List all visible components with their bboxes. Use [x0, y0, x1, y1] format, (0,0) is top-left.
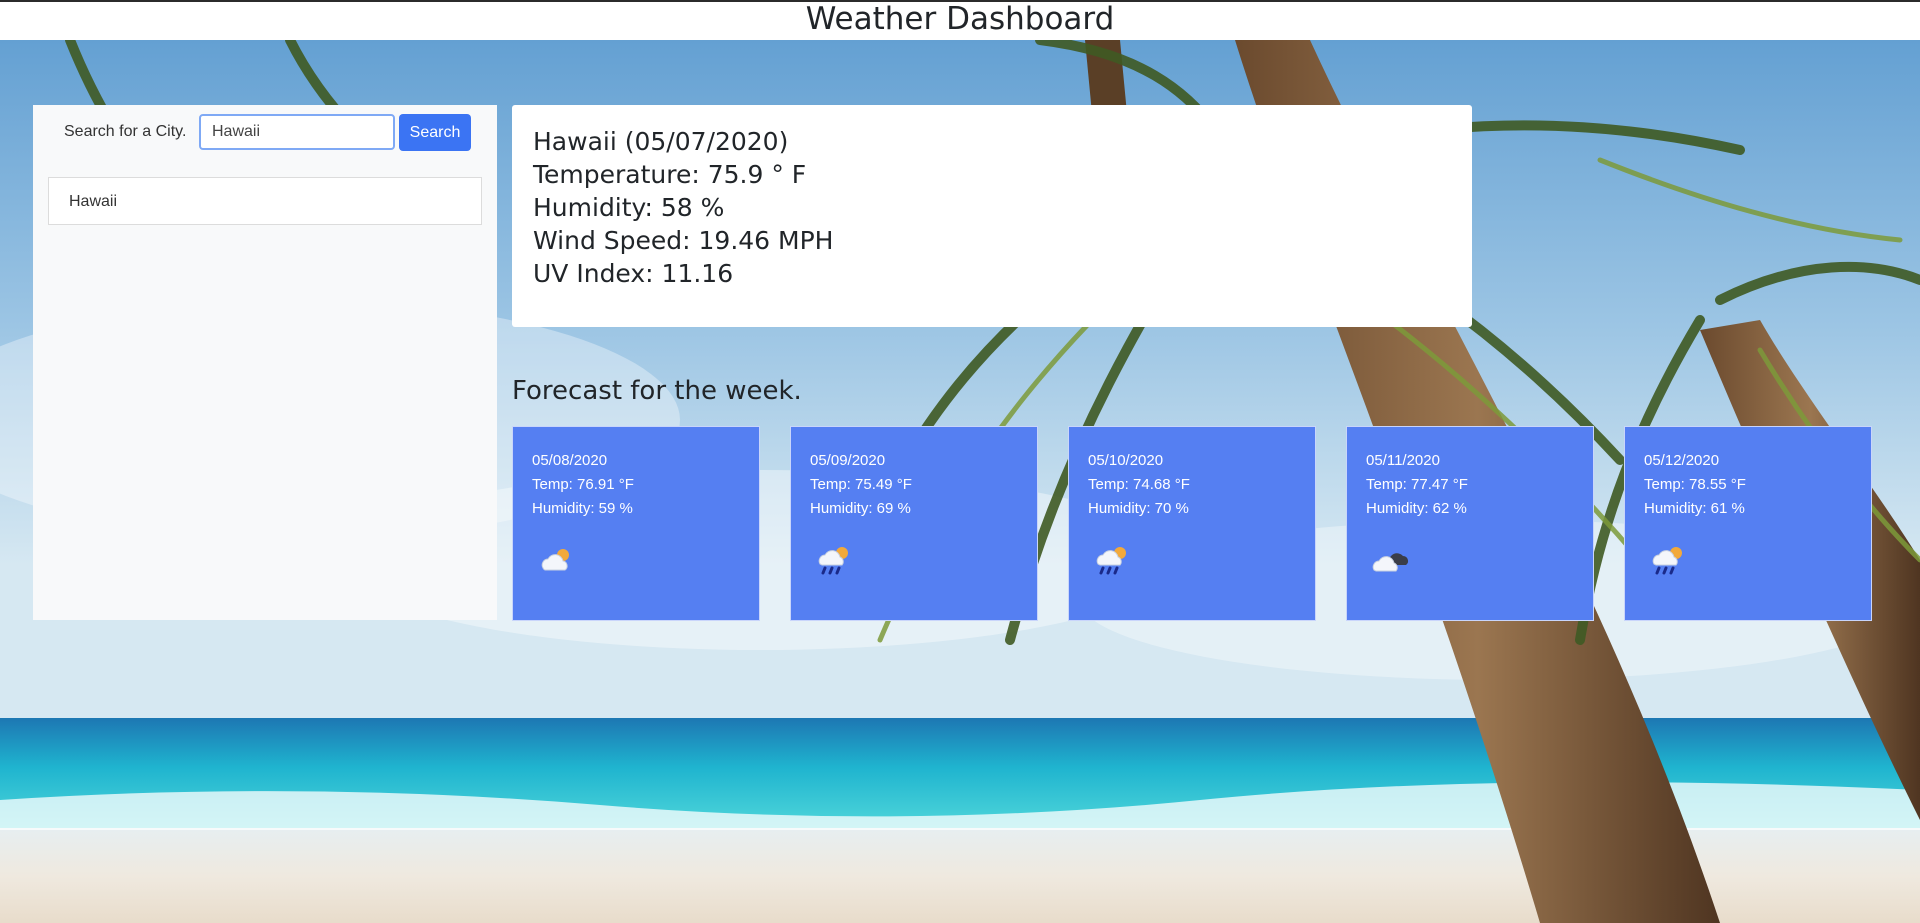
sun-rain-icon — [1096, 547, 1126, 575]
sun-rain-icon — [818, 547, 848, 575]
current-humidity: Humidity: 58 % — [533, 193, 725, 222]
forecast-card: 05/09/2020 Temp: 75.49 °F Humidity: 69 % — [790, 426, 1038, 621]
history-item[interactable]: Hawaii — [48, 177, 482, 225]
current-temperature: Temperature: 75.9 ° F — [533, 160, 807, 189]
forecast-temp: Temp: 74.68 °F — [1088, 476, 1190, 493]
forecast-temp: Temp: 75.49 °F — [810, 476, 912, 493]
search-input[interactable] — [199, 114, 395, 150]
search-sidebar: Search for a City. Search Hawaii — [33, 105, 497, 620]
sun-rain-icon — [1652, 547, 1682, 575]
search-label: Search for a City. — [64, 123, 187, 140]
forecast-temp: Temp: 78.55 °F — [1644, 476, 1746, 493]
forecast-date: 05/09/2020 — [810, 452, 886, 469]
current-uv-index: UV Index: 11.16 — [533, 259, 734, 288]
forecast-date: 05/10/2020 — [1088, 452, 1164, 469]
current-city-date: Hawaii (05/07/2020) — [533, 127, 789, 156]
forecast-card: 05/12/2020 Temp: 78.55 °F Humidity: 61 % — [1624, 426, 1872, 621]
current-wind-speed: Wind Speed: 19.46 MPH — [533, 226, 834, 255]
forecast-humidity: Humidity: 59 % — [532, 500, 633, 517]
forecast-card: 05/11/2020 Temp: 77.47 °F Humidity: 62 % — [1346, 426, 1594, 621]
forecast-temp: Temp: 76.91 °F — [532, 476, 634, 493]
forecast-heading: Forecast for the week. — [512, 376, 802, 406]
forecast-humidity: Humidity: 61 % — [1644, 500, 1745, 517]
forecast-date: 05/12/2020 — [1644, 452, 1720, 469]
forecast-date: 05/08/2020 — [532, 452, 608, 469]
forecast-humidity: Humidity: 69 % — [810, 500, 911, 517]
page-header: Weather Dashboard — [0, 0, 1920, 40]
forecast-date: 05/11/2020 — [1366, 452, 1440, 469]
forecast-humidity: Humidity: 70 % — [1088, 500, 1189, 517]
page-title: Weather Dashboard — [805, 1, 1115, 37]
forecast-card: 05/10/2020 Temp: 74.68 °F Humidity: 70 % — [1068, 426, 1316, 621]
current-weather-card: Hawaii (05/07/2020) Temperature: 75.9 ° … — [512, 105, 1472, 327]
forecast-humidity: Humidity: 62 % — [1366, 500, 1467, 517]
cloudy-night-icon — [1372, 553, 1408, 572]
search-history-list: Hawaii — [48, 177, 482, 225]
search-button[interactable]: Search — [399, 114, 471, 151]
partly-sunny-icon — [541, 549, 569, 571]
forecast-card: 05/08/2020 Temp: 76.91 °F Humidity: 59 % — [512, 426, 760, 621]
forecast-temp: Temp: 77.47 °F — [1366, 476, 1468, 493]
